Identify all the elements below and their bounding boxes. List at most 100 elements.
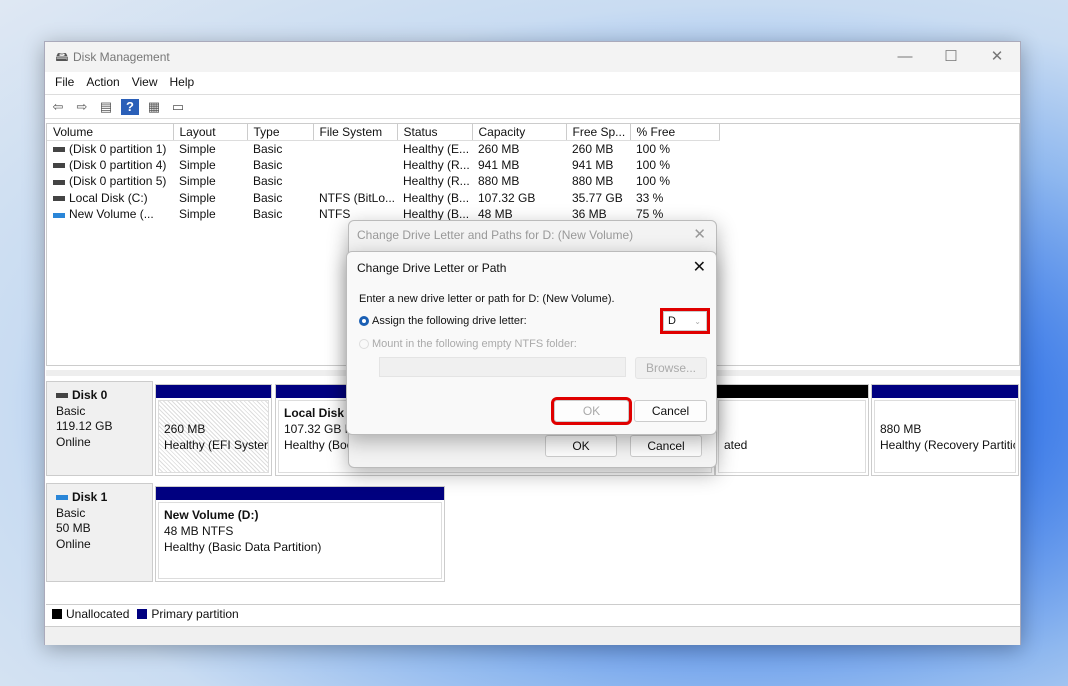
- col-file-system[interactable]: File System: [313, 124, 397, 140]
- col-volume[interactable]: Volume: [47, 124, 173, 140]
- cell-layout: Simple: [173, 173, 247, 190]
- cell-type: Basic: [247, 206, 313, 223]
- maximize-button[interactable]: ☐: [928, 42, 974, 72]
- radio-selected-icon: [359, 316, 369, 326]
- disk-state: Online: [56, 537, 143, 553]
- close-icon[interactable]: ✕: [693, 225, 706, 243]
- table-row[interactable]: Local Disk (C:)SimpleBasicNTFS (BitLo...…: [47, 190, 719, 207]
- assign-letter-radio[interactable]: Assign the following drive letter:: [359, 315, 527, 327]
- col-layout[interactable]: Layout: [173, 124, 247, 140]
- minimize-button[interactable]: —: [882, 42, 928, 72]
- window-title: Disk Management: [73, 50, 170, 64]
- menu-view[interactable]: View: [126, 72, 164, 93]
- cell-fs: [313, 173, 397, 190]
- cell-status: Healthy (E...: [397, 140, 472, 157]
- col-capacity[interactable]: Capacity: [472, 124, 566, 140]
- radio-unselected-icon: [359, 339, 369, 349]
- cell-status: Healthy (R...: [397, 157, 472, 174]
- table-row[interactable]: (Disk 0 partition 5)SimpleBasic Healthy (…: [47, 173, 719, 190]
- cell-type: Basic: [247, 173, 313, 190]
- cell-type: Basic: [247, 190, 313, 207]
- cell-free: 880 MB: [566, 173, 630, 190]
- partition-unallocated[interactable]: ated: [715, 384, 869, 476]
- cell-status: Healthy (R...: [397, 173, 472, 190]
- volume-icon: [53, 163, 65, 168]
- cell-pct: 33 %: [630, 190, 719, 207]
- cell-fs: [313, 140, 397, 157]
- cell-fs: NTFS (BitLo...: [313, 190, 397, 207]
- close-button[interactable]: ✕: [974, 42, 1020, 72]
- cell-name: New Volume (...: [47, 206, 173, 223]
- cell-name: (Disk 0 partition 4): [47, 157, 173, 174]
- mount-folder-radio[interactable]: Mount in the following empty NTFS folder…: [359, 338, 577, 350]
- column-headers: Volume Layout Type File System Status Ca…: [47, 124, 719, 140]
- cancel-button[interactable]: Cancel: [634, 400, 707, 422]
- cell-layout: Simple: [173, 140, 247, 157]
- disk-size: 50 MB: [56, 521, 143, 537]
- change-drive-letter-dialog: Change Drive Letter or Path ✕ Enter a ne…: [346, 251, 717, 435]
- cell-pct: 100 %: [630, 140, 719, 157]
- disk-1-label[interactable]: Disk 1 Basic 50 MB Online: [46, 483, 153, 582]
- console-tree-icon[interactable]: ▦: [145, 99, 163, 115]
- volume-icon: [53, 180, 65, 185]
- cell-free: 260 MB: [566, 140, 630, 157]
- menu-bar: File Action View Help: [45, 72, 1020, 93]
- menu-file[interactable]: File: [49, 72, 80, 93]
- folder-path-input[interactable]: [379, 357, 626, 377]
- col-free-space[interactable]: Free Sp...: [566, 124, 630, 140]
- cell-name: (Disk 0 partition 5): [47, 173, 173, 190]
- disk-type: Basic: [56, 404, 143, 420]
- close-icon[interactable]: ✕: [693, 257, 706, 277]
- legend-primary: Primary partition: [151, 607, 238, 621]
- cell-capacity: 260 MB: [472, 140, 566, 157]
- disk-state: Online: [56, 435, 143, 451]
- status-bar: [45, 626, 1020, 645]
- cell-capacity: 941 MB: [472, 157, 566, 174]
- settings-icon[interactable]: ▭: [169, 99, 187, 115]
- cell-capacity: 107.32 GB: [472, 190, 566, 207]
- disk-name: Disk 1: [72, 490, 107, 504]
- volume-icon: [53, 213, 65, 218]
- cell-free: 35.77 GB: [566, 190, 630, 207]
- partition-efi[interactable]: 260 MBHealthy (EFI System: [155, 384, 272, 476]
- cell-type: Basic: [247, 140, 313, 157]
- cell-free: 941 MB: [566, 157, 630, 174]
- cell-name: (Disk 0 partition 1): [47, 140, 173, 157]
- dialog-title: Change Drive Letter and Paths for D: (Ne…: [357, 228, 633, 242]
- ok-button[interactable]: OK: [554, 400, 629, 422]
- properties-icon[interactable]: ▤: [97, 99, 115, 115]
- cell-name: Local Disk (C:): [47, 190, 173, 207]
- menu-help[interactable]: Help: [164, 72, 201, 93]
- cell-type: Basic: [247, 157, 313, 174]
- partition-recovery[interactable]: 880 MBHealthy (Recovery Partitic: [871, 384, 1019, 476]
- cell-pct: 100 %: [630, 173, 719, 190]
- help-icon[interactable]: ?: [121, 99, 139, 115]
- disk-name: Disk 0: [72, 388, 107, 402]
- disk-size: 119.12 GB: [56, 419, 143, 435]
- legend-unallocated: Unallocated: [66, 607, 129, 621]
- cell-capacity: 880 MB: [472, 173, 566, 190]
- drive-letter-select[interactable]: D⌄: [663, 311, 707, 331]
- disk-0-label[interactable]: Disk 0 Basic 119.12 GB Online: [46, 381, 153, 476]
- ok-button[interactable]: OK: [545, 435, 617, 457]
- chevron-down-icon: ⌄: [694, 317, 701, 326]
- cell-layout: Simple: [173, 157, 247, 174]
- forward-icon[interactable]: ⇨: [73, 99, 91, 115]
- col-status[interactable]: Status: [397, 124, 472, 140]
- legend: Unallocated Primary partition: [46, 604, 1020, 622]
- col-percent-free[interactable]: % Free: [630, 124, 719, 140]
- cancel-button[interactable]: Cancel: [630, 435, 702, 457]
- browse-button[interactable]: Browse...: [635, 357, 707, 379]
- volume-icon: [53, 147, 65, 152]
- cell-pct: 100 %: [630, 157, 719, 174]
- cell-layout: Simple: [173, 190, 247, 207]
- cell-status: Healthy (B...: [397, 190, 472, 207]
- back-icon[interactable]: ⇦: [49, 99, 67, 115]
- col-type[interactable]: Type: [247, 124, 313, 140]
- app-icon: 🖴: [53, 49, 71, 65]
- partition-new-volume-d[interactable]: New Volume (D:)48 MB NTFSHealthy (Basic …: [155, 486, 445, 582]
- table-row[interactable]: (Disk 0 partition 1)SimpleBasic Healthy (…: [47, 140, 719, 157]
- menu-action[interactable]: Action: [80, 72, 125, 93]
- table-row[interactable]: (Disk 0 partition 4)SimpleBasic Healthy (…: [47, 157, 719, 174]
- dialog-title: Change Drive Letter or Path: [357, 261, 506, 275]
